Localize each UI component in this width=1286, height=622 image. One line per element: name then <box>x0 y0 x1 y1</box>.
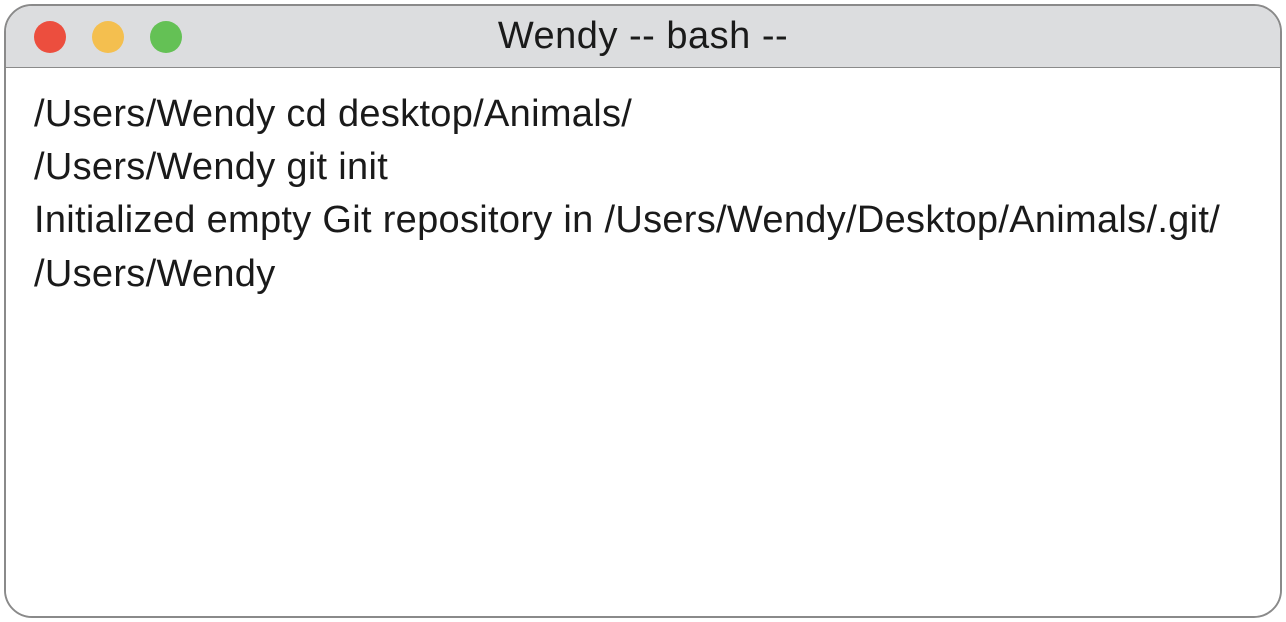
terminal-window: Wendy -- bash -- /Users/Wendy cd desktop… <box>4 4 1282 618</box>
terminal-line: /Users/Wendy git init <box>34 141 1252 194</box>
terminal-line: Initialized empty Git repository in /Use… <box>34 194 1252 247</box>
maximize-icon[interactable] <box>150 21 182 53</box>
terminal-line: /Users/Wendy <box>34 248 1252 301</box>
close-icon[interactable] <box>34 21 66 53</box>
traffic-lights <box>6 21 182 53</box>
minimize-icon[interactable] <box>92 21 124 53</box>
terminal-line: /Users/Wendy cd desktop/Animals/ <box>34 88 1252 141</box>
window-title: Wendy -- bash -- <box>6 15 1280 58</box>
title-bar: Wendy -- bash -- <box>6 6 1280 68</box>
terminal-body[interactable]: /Users/Wendy cd desktop/Animals/ /Users/… <box>6 68 1280 616</box>
